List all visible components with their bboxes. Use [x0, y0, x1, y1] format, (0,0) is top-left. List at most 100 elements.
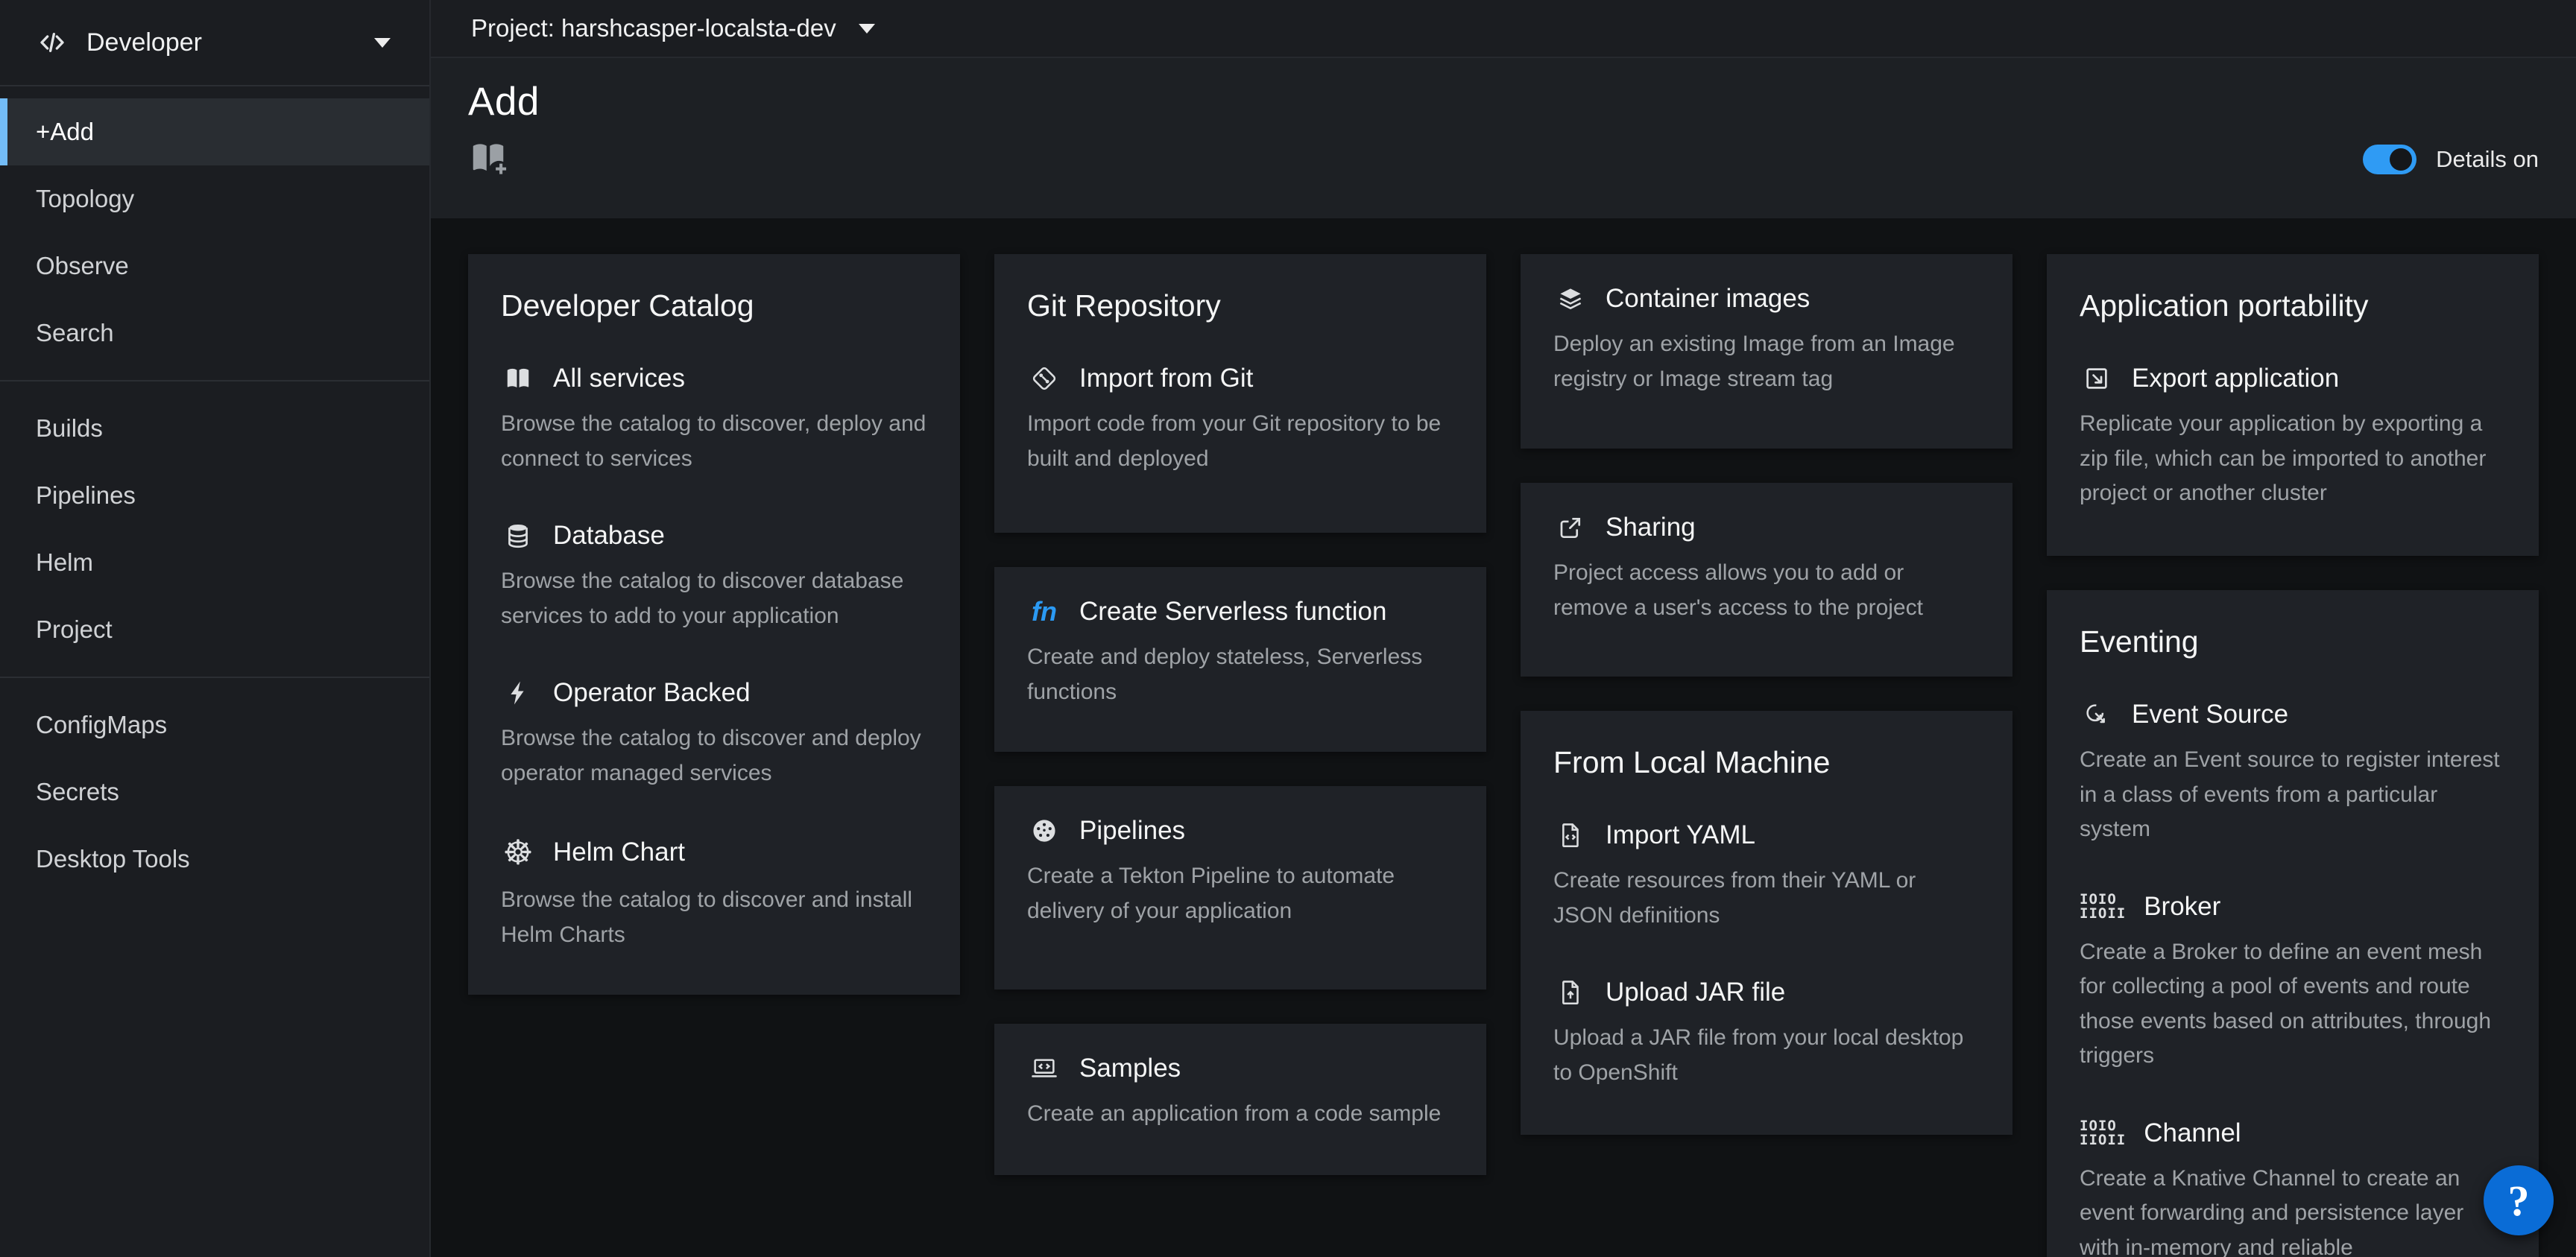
item-sharing[interactable]: Sharing [1553, 513, 1980, 542]
card-column: Application portabilityExport applicatio… [2047, 254, 2539, 1257]
nav-group: +AddTopologyObserveSearch [0, 98, 429, 367]
catalog-item: IOIOIIOIIChannelCreate a Knative Channel… [2080, 1118, 2506, 1257]
item-description: Browse the catalog to discover and insta… [501, 883, 927, 952]
item-import-yaml[interactable]: Import YAML [1553, 820, 1980, 850]
item-label: Channel [2144, 1118, 2241, 1148]
upload-file-icon [1553, 978, 1588, 1007]
catalog-item: ☸ Helm Chart Browse the catalog to discove… [501, 835, 927, 952]
item-label: Helm Chart [553, 838, 685, 867]
nav-group: ConfigMapsSecretsDesktop Tools [0, 691, 429, 893]
project-bar: Project: harshcasper-localsta-dev [431, 0, 2576, 58]
database-icon [501, 522, 535, 550]
item-container-images[interactable]: Container images [1553, 284, 1980, 314]
binary-digits-icon: IOIOIIOII [2080, 893, 2126, 919]
item-label: Operator Backed [553, 678, 751, 708]
details-toggle-label: Details on [2436, 146, 2539, 173]
sidebar-item-observe[interactable]: Observe [0, 232, 429, 300]
app-root: Developer +AddTopologyObserveSearch Build… [0, 0, 2576, 1257]
sidebar-item-builds[interactable]: Builds [0, 395, 429, 462]
item-label: Event Source [2132, 700, 2288, 729]
sidebar-item-desktop-tools[interactable]: Desktop Tools [0, 826, 429, 893]
item-helm-chart[interactable]: ☸ Helm Chart [501, 835, 927, 870]
item-import-from-git[interactable]: Import from Git [1027, 364, 1453, 393]
catalog-item: Import YAMLCreate resources from their Y… [1553, 820, 1980, 933]
item-description: Create an Event source to register inter… [2080, 743, 2506, 847]
card-create-serverless-function: fn Create Serverless function Create and d… [994, 567, 1486, 752]
card-application-portability: Application portabilityExport applicatio… [2047, 254, 2539, 556]
card-developer-catalog: Developer CatalogAll servicesBrowse the … [468, 254, 960, 995]
sidebar-item-configmaps[interactable]: ConfigMaps [0, 691, 429, 759]
item-label: Upload JAR file [1606, 978, 1785, 1007]
card-pipelines: PipelinesCreate a Tekton Pipeline to aut… [994, 786, 1486, 990]
item-description: Upload a JAR file from your local deskto… [1553, 1021, 1980, 1090]
project-selector[interactable]: Project: harshcasper-localsta-dev [471, 14, 875, 42]
item-operator-backed[interactable]: Operator Backed [501, 678, 927, 708]
tekton-pipelines-icon [1027, 817, 1061, 845]
container-layers-icon [1553, 285, 1588, 313]
page-header: Add Details on [431, 58, 2576, 218]
helm-wheel-icon: ☸ [501, 835, 535, 870]
git-icon [1027, 364, 1061, 393]
card-container-images: Container imagesDeploy an existing Image… [1521, 254, 2012, 449]
help-button[interactable]: ? [2484, 1165, 2554, 1235]
sidebar-nav: +AddTopologyObserveSearch BuildsPipelines… [0, 86, 429, 893]
item-label: Pipelines [1079, 816, 1185, 846]
item-description: Browse the catalog to discover database … [501, 564, 927, 633]
sidebar-item-secrets[interactable]: Secrets [0, 759, 429, 826]
card-eventing: Eventing Event Source Create an Event sour… [2047, 590, 2539, 1257]
item-event-source[interactable]: Event Source [2080, 700, 2506, 729]
card-samples: Samples Create an application from a code… [994, 1024, 1486, 1175]
catalog-item: Import from Git Import code from your Git… [1027, 364, 1453, 476]
item-label: Samples [1079, 1054, 1181, 1083]
card-title: Git Repository [1027, 288, 1453, 323]
sidebar-item-helm[interactable]: Helm [0, 529, 429, 596]
event-source-icon [2080, 700, 2114, 729]
project-label: Project: harshcasper-localsta-dev [471, 14, 836, 42]
item-description: Project access allows you to add or remo… [1553, 556, 1980, 625]
open-book-icon [501, 364, 535, 393]
catalog-item: Export applicationReplicate your applica… [2080, 364, 2506, 511]
quickstart-book-button[interactable] [468, 138, 508, 180]
item-broker[interactable]: IOIOIIOII Broker [2080, 892, 2506, 922]
main-content: Add Details on [431, 58, 2576, 1257]
item-channel[interactable]: IOIOIIOIIChannel [2080, 1118, 2506, 1148]
share-arrow-icon [1553, 513, 1588, 542]
export-application-icon [2080, 364, 2114, 393]
catalog-item: Samples Create an application from a code… [1027, 1054, 1453, 1132]
item-description: Import code from your Git repository to … [1027, 407, 1453, 476]
item-description: Create an application from a code sample [1027, 1097, 1453, 1132]
item-samples[interactable]: Samples [1027, 1054, 1453, 1083]
sidebar-item-pipelines[interactable]: Pipelines [0, 462, 429, 529]
item-export-application[interactable]: Export application [2080, 364, 2506, 393]
catalog-item: All services Browse the catalog to discov… [501, 364, 927, 476]
perspective-switcher[interactable]: Developer [0, 0, 429, 86]
code-sample-laptop-icon [1027, 1054, 1061, 1083]
item-label: Broker [2144, 892, 2220, 922]
sidebar-item-topology[interactable]: Topology [0, 165, 429, 232]
item-description: Create and deploy stateless, Serverless … [1027, 640, 1453, 709]
item-all-services[interactable]: All services [501, 364, 927, 393]
item-label: All services [553, 364, 685, 393]
item-upload-jar-file[interactable]: Upload JAR file [1553, 978, 1980, 1007]
catalog-item: IOIOIIOIIBrokerCreate a Broker to define… [2080, 892, 2506, 1074]
sidebar-item-search[interactable]: Search [0, 300, 429, 367]
item-label: Import YAML [1606, 820, 1755, 850]
item-create-serverless-function[interactable]: fn Create Serverless function [1027, 597, 1453, 627]
details-toggle[interactable] [2363, 145, 2416, 174]
item-label: Export application [2132, 364, 2339, 393]
nav-group-divider [0, 677, 429, 678]
card-title: From Local Machine [1553, 745, 1980, 780]
card-title: Eventing [2080, 624, 2506, 659]
sidebar-item-add[interactable]: +Add [0, 98, 429, 165]
item-database[interactable]: Database [501, 521, 927, 551]
sidebar-item-project[interactable]: Project [0, 596, 429, 663]
item-description: Browse the catalog to discover, deploy a… [501, 407, 927, 476]
card-sharing: Sharing Project access allows you to add … [1521, 483, 2012, 677]
card-git-repository: Git Repository Import from Git Import code… [994, 254, 1486, 533]
catalog-item: Event Source Create an Event source to re… [2080, 700, 2506, 847]
item-pipelines[interactable]: Pipelines [1027, 816, 1453, 846]
item-label: Create Serverless function [1079, 597, 1386, 627]
function-icon: fn [1027, 598, 1061, 625]
caret-down-icon [374, 38, 391, 48]
sidebar: Developer +AddTopologyObserveSearch Build… [0, 0, 431, 1257]
